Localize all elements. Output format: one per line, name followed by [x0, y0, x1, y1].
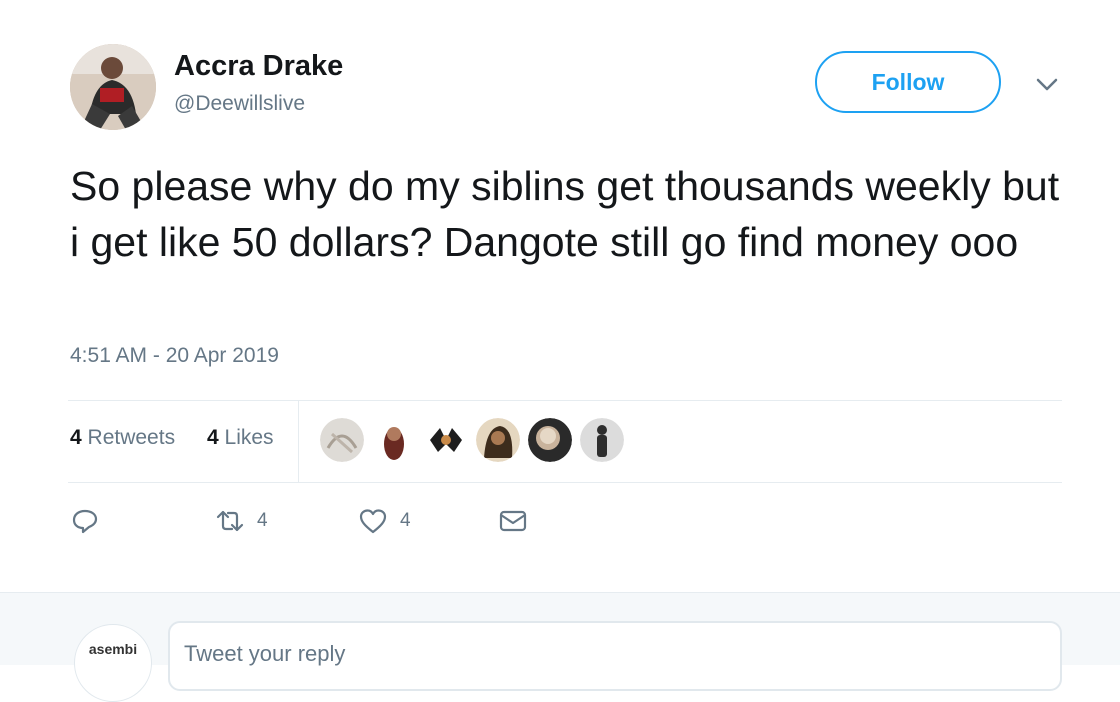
likes-count: 4 — [207, 426, 219, 449]
divider — [68, 482, 1062, 483]
retweet-count: 4 — [257, 510, 268, 531]
follow-button[interactable]: Follow — [815, 51, 1001, 113]
retweets-stat[interactable]: 4 Retweets — [70, 426, 175, 450]
liker-avatar[interactable] — [424, 418, 468, 462]
direct-message-action[interactable] — [498, 506, 528, 536]
reply-input[interactable]: Tweet your reply — [168, 621, 1062, 691]
author-display-name[interactable]: Accra Drake — [174, 50, 343, 83]
tweet-text: So please why do my siblins get thousand… — [70, 163, 1060, 265]
reply-action[interactable] — [70, 506, 100, 536]
liker-avatar[interactable] — [476, 418, 520, 462]
current-user-avatar[interactable]: asembi — [74, 624, 152, 702]
author-photo — [70, 44, 156, 130]
liker-avatar[interactable] — [528, 418, 572, 462]
liker-avatar[interactable] — [320, 418, 364, 462]
message-icon — [499, 510, 527, 532]
stats-divider — [298, 401, 299, 482]
likers-avatars — [320, 418, 624, 462]
likes-stat[interactable]: 4 Likes — [207, 426, 274, 450]
heart-icon — [359, 509, 387, 534]
retweet-icon — [216, 510, 244, 532]
retweet-action[interactable]: 4 — [215, 506, 268, 536]
chevron-down-icon[interactable] — [1033, 73, 1061, 97]
author-handle[interactable]: @Deewillslive — [174, 92, 305, 116]
liker-avatar[interactable] — [372, 418, 416, 462]
avatar-text: asembi — [88, 641, 138, 657]
like-action[interactable]: 4 — [358, 506, 411, 536]
divider — [68, 400, 1062, 401]
likes-label: Likes — [224, 426, 274, 449]
retweets-count: 4 — [70, 426, 82, 449]
like-count: 4 — [400, 510, 411, 531]
reply-icon — [72, 509, 98, 534]
tweet-timestamp[interactable]: 4:51 AM - 20 Apr 2019 — [70, 344, 279, 368]
retweets-label: Retweets — [87, 426, 176, 449]
author-avatar[interactable] — [70, 44, 156, 130]
liker-avatar[interactable] — [580, 418, 624, 462]
